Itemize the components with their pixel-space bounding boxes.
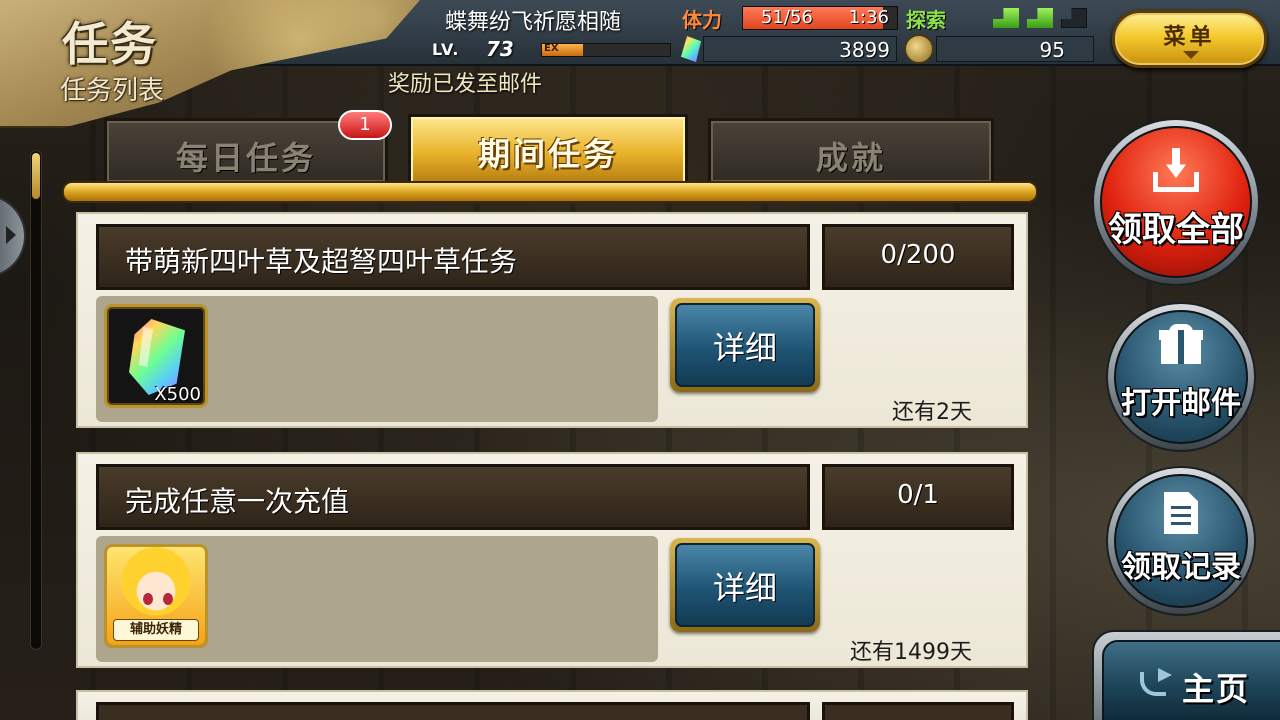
level-value: 73 xyxy=(486,37,514,61)
detail-button-label: 详细 xyxy=(712,329,777,367)
explore-pips xyxy=(993,8,1087,28)
notification-badge: 1 xyxy=(338,110,392,140)
home-label: 主页 xyxy=(1182,670,1251,708)
reward-label: 辅助妖精 xyxy=(113,619,199,641)
quest-title: 带萌新四叶草及超弩四叶草任务 xyxy=(125,245,518,278)
quest-progress: 0/200 xyxy=(880,240,956,270)
detail-button-label: 详细 xyxy=(712,569,777,607)
tab-label: 期间任务 xyxy=(477,135,618,173)
chevron-right-icon xyxy=(6,226,16,244)
scrollbar-thumb[interactable] xyxy=(32,153,40,199)
fairy-eye-right xyxy=(163,593,173,605)
quest-progress: 0/1 xyxy=(897,480,939,510)
notice-text: 奖励已发至邮件 xyxy=(388,72,543,97)
tab-rail xyxy=(62,181,1038,203)
home-button-face: 主页 xyxy=(1102,640,1280,720)
quest-progress-box xyxy=(822,702,1014,720)
fairy-eye-left xyxy=(143,593,153,605)
quest-title-box: 完成任意一次充值 xyxy=(96,464,810,530)
reward-area: X500 xyxy=(96,296,658,422)
quest-title-box xyxy=(96,702,810,720)
open-mail-label: 打开邮件 xyxy=(1121,386,1241,421)
reward-item[interactable]: X500 xyxy=(104,304,208,408)
gem-count: 3899 xyxy=(839,38,890,62)
return-arrow-icon xyxy=(1140,668,1172,696)
stamina-value: 51/56 xyxy=(761,7,813,28)
page-title: 任务 xyxy=(62,17,158,71)
download-icon xyxy=(1153,148,1199,192)
gift-icon xyxy=(1159,324,1203,364)
detail-button[interactable]: 详细 xyxy=(670,538,820,632)
quest-card: 完成任意一次充值 0/1 辅助妖精 详细 还有1499天 xyxy=(76,452,1028,668)
home-button[interactable]: 主页 xyxy=(1092,630,1280,720)
explore-pip-icon xyxy=(1027,8,1053,28)
tab-period[interactable]: 期间任务 xyxy=(408,114,688,184)
tab-achievements[interactable]: 成就 xyxy=(708,118,994,182)
player-name: 蝶舞纷飞祈愿相随 xyxy=(445,10,622,35)
quest-card: 带萌新四叶草及超弩四叶草任务 0/200 X500 详细 还有2天 xyxy=(76,212,1028,428)
menu-button[interactable]: 菜单 xyxy=(1112,10,1267,68)
stamina-bar: 51/56 1:36 xyxy=(742,6,898,30)
gem-counter: 3899 xyxy=(703,36,897,62)
medal-icon xyxy=(904,34,934,64)
stamina-label: 体力 xyxy=(682,8,722,32)
exp-bar: EX xyxy=(541,43,671,57)
exp-tag: EX xyxy=(544,43,559,54)
document-icon xyxy=(1164,492,1198,534)
claim-all-label: 领取全部 xyxy=(1108,210,1244,250)
menu-button-label: 菜单 xyxy=(1163,25,1216,50)
claim-log-label: 领取记录 xyxy=(1121,550,1241,585)
open-mail-button[interactable]: 打开邮件 xyxy=(1106,302,1256,452)
level-label: LV. xyxy=(432,40,460,59)
stamina-timer: 1:36 xyxy=(848,7,889,28)
claim-log-button[interactable]: 领取记录 xyxy=(1106,466,1256,616)
quest-card-partial xyxy=(76,690,1028,720)
reward-area: 辅助妖精 xyxy=(96,536,658,662)
quest-progress-box: 0/1 xyxy=(822,464,1014,530)
tab-label: 成就 xyxy=(815,139,886,177)
claim-all-button[interactable]: 领取全部 xyxy=(1092,118,1260,286)
explore-pip-icon xyxy=(993,8,1019,28)
time-remaining: 还有1499天 xyxy=(850,640,972,665)
detail-button-face: 详细 xyxy=(675,543,815,627)
quest-title-box: 带萌新四叶草及超弩四叶草任务 xyxy=(96,224,810,290)
explore-label: 探索 xyxy=(906,8,946,32)
chevron-down-icon xyxy=(1183,51,1199,59)
scrollbar[interactable] xyxy=(30,150,42,650)
explore-pip-icon xyxy=(1061,8,1087,28)
page-subtitle: 任务列表 xyxy=(60,76,165,106)
detail-button[interactable]: 详细 xyxy=(670,298,820,392)
reward-item[interactable]: 辅助妖精 xyxy=(104,544,208,648)
detail-button-face: 详细 xyxy=(675,303,815,387)
time-remaining: 还有2天 xyxy=(892,400,972,425)
reward-quantity: X500 xyxy=(154,384,201,405)
badge-count: 1 xyxy=(359,114,371,135)
medal-count: 95 xyxy=(1039,38,1065,62)
quest-title: 完成任意一次充值 xyxy=(125,485,350,518)
medal-counter: 95 xyxy=(936,36,1094,62)
quest-progress-box: 0/200 xyxy=(822,224,1014,290)
